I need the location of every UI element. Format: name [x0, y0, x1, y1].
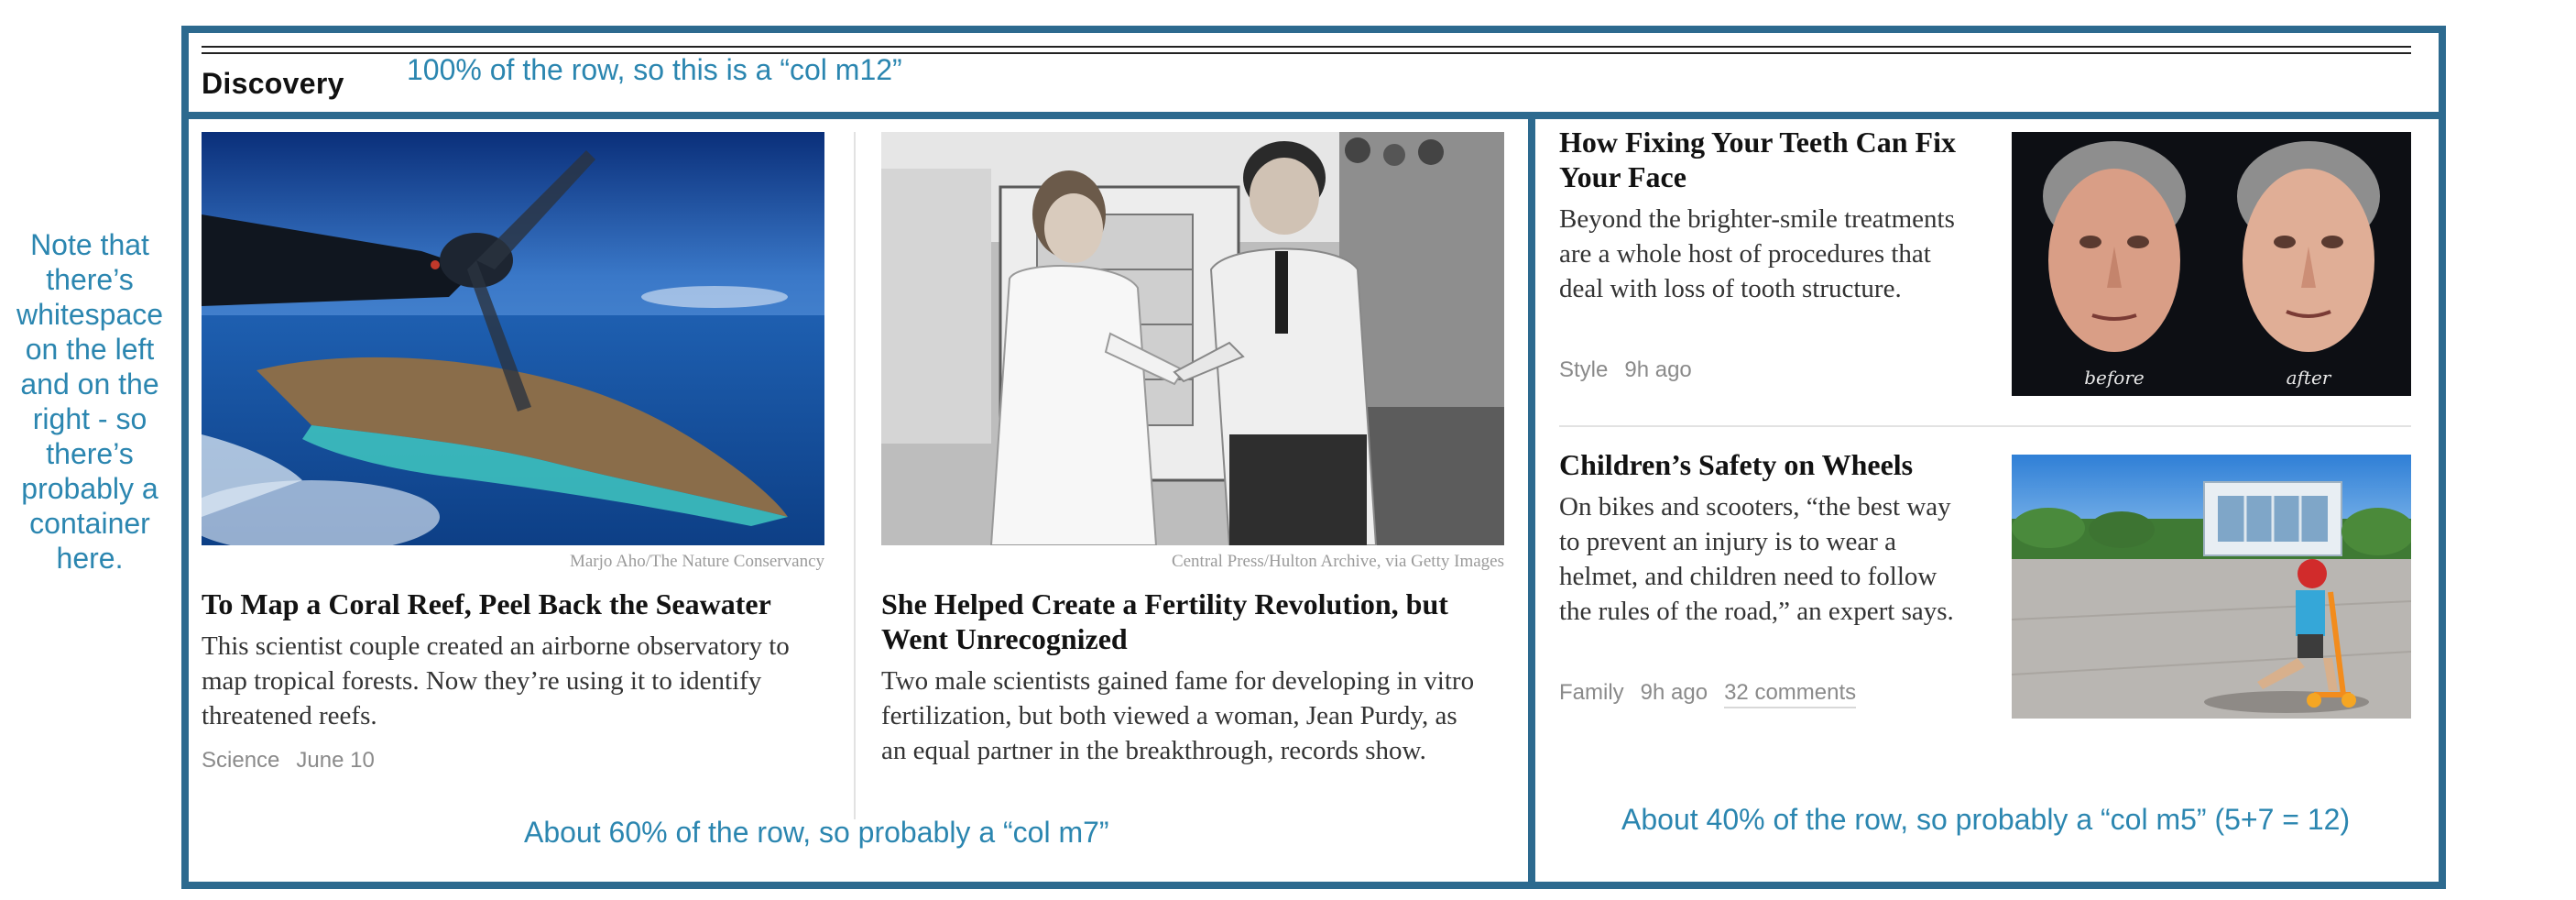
article-summary[interactable]: Two male scientists gained fame for deve…: [881, 664, 1486, 768]
article-section-label[interactable]: Style: [1559, 357, 1608, 382]
comments-link[interactable]: 32 comments: [1724, 680, 1857, 708]
before-label: before: [2084, 367, 2144, 389]
annotation-right-column-note: About 40% of the row, so probably a “col…: [1621, 803, 2351, 836]
article-headline[interactable]: Children’s Safety on Wheels: [1559, 447, 1990, 482]
article-timestamp: 9h ago: [1640, 680, 1708, 705]
after-label: after: [2287, 367, 2332, 389]
fertility-lab-photo[interactable]: [881, 132, 1504, 545]
section-rule-top: [202, 46, 2411, 48]
row-outline-col-m12: [181, 26, 2446, 119]
annotation-left-column-note: About 60% of the row, so probably a “col…: [524, 816, 1109, 849]
annotation-container-note: Note that there’s whitespace on the left…: [16, 228, 164, 575]
photo-credit: Central Press/Hulton Archive, via Getty …: [1171, 552, 1504, 571]
coral-reef-aerial-photo[interactable]: [202, 132, 824, 545]
before-after-face-illustration[interactable]: before after: [2012, 132, 2411, 396]
article-timestamp: 9h ago: [1624, 357, 1692, 382]
section-rule-bottom: [202, 52, 2411, 54]
story-divider: [1559, 425, 2411, 427]
article-summary[interactable]: On bikes and scooters, “the best way to …: [1559, 489, 1971, 629]
child-scooter-photo[interactable]: [2012, 455, 2411, 719]
article-headline[interactable]: How Fixing Your Teeth Can Fix Your Face: [1559, 125, 1990, 194]
article-meta: Family 9h ago 32 comments: [1559, 680, 1872, 708]
article-section-label[interactable]: Science: [202, 748, 279, 773]
article-meta: Science June 10: [202, 748, 391, 774]
article-section-label[interactable]: Family: [1559, 680, 1624, 705]
article-summary[interactable]: Beyond the brighter-smile treatments are…: [1559, 202, 1971, 306]
article-headline[interactable]: She Helped Create a Fertility Revolution…: [881, 587, 1513, 656]
article-timestamp: June 10: [296, 748, 375, 773]
article-summary[interactable]: This scientist couple created an airborn…: [202, 629, 797, 733]
article-headline[interactable]: To Map a Coral Reef, Peel Back the Seawa…: [202, 587, 824, 621]
column-divider: [854, 132, 856, 819]
section-title[interactable]: Discovery: [202, 67, 344, 101]
photo-credit: Marjo Aho/The Nature Conservancy: [569, 552, 824, 571]
article-meta: Style 9h ago: [1559, 357, 1708, 383]
